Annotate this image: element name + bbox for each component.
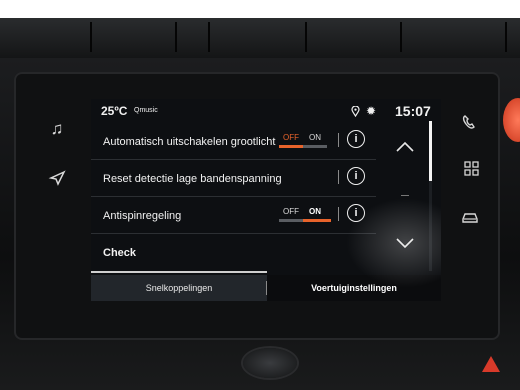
- info-icon[interactable]: i: [347, 204, 365, 222]
- toggle-indicator: [303, 219, 331, 222]
- tab-shortcuts[interactable]: Snelkoppelingen: [91, 275, 267, 301]
- vent-slat: [215, 22, 307, 52]
- toggle-track: [303, 145, 327, 148]
- toggle-indicator: [279, 145, 303, 148]
- row-label: Check: [103, 247, 137, 259]
- gear-icon[interactable]: ✹: [366, 104, 376, 118]
- navigation-arrow-icon: [48, 170, 66, 186]
- scroll-position-marker: [401, 195, 409, 196]
- chevron-up-icon: [396, 141, 414, 152]
- apps-grid-icon[interactable]: [461, 161, 483, 181]
- tab-vehicle-settings[interactable]: Voertuiginstellingen: [267, 275, 441, 301]
- location-pin-icon: [351, 105, 360, 118]
- high-beam-toggle[interactable]: OFF ON: [279, 133, 331, 148]
- dashboard-vents: [0, 18, 520, 58]
- settings-row-tire-pressure-reset[interactable]: Reset detectie lage bandenspanning i: [91, 160, 376, 197]
- tab-indicator-line: [91, 271, 267, 273]
- music-note-icon[interactable]: ♫: [46, 120, 68, 137]
- info-icon[interactable]: i: [347, 167, 365, 185]
- hazard-button-icon[interactable]: [482, 356, 500, 372]
- vent-slat: [180, 22, 210, 52]
- settings-row-high-beam: Automatisch uitschakelen grootlicht OFF …: [91, 123, 376, 160]
- audio-source[interactable]: Qmusic: [134, 107, 158, 114]
- chevron-down-icon[interactable]: [391, 233, 419, 254]
- volume-knob[interactable]: [243, 348, 297, 378]
- row-label: Reset detectie lage bandenspanning: [103, 173, 282, 185]
- row-separator: [338, 133, 339, 147]
- status-bar: 25ºC Qmusic ✹ 15:07: [91, 99, 441, 121]
- vent-slat: [95, 22, 177, 52]
- car-icon: [462, 213, 478, 223]
- vent-slat: [405, 22, 507, 52]
- row-separator: [338, 207, 339, 221]
- chevron-up-icon[interactable]: [391, 137, 419, 158]
- car-icon[interactable]: [459, 210, 481, 228]
- apps-grid-icon: [464, 161, 479, 176]
- vent-slat: [310, 22, 402, 52]
- settings-row-check[interactable]: Check: [91, 234, 376, 270]
- toggle-track: [279, 219, 303, 222]
- phone-icon[interactable]: [458, 114, 480, 134]
- traction-control-toggle[interactable]: OFF ON: [279, 207, 331, 222]
- vent-slat: [20, 22, 92, 52]
- clock: 15:07: [395, 103, 431, 119]
- row-label: Antispinregeling: [103, 210, 182, 222]
- infotainment-screen: 25ºC Qmusic ✹ 15:07 Automatisch uitschak…: [91, 99, 441, 301]
- toggle-off-label: OFF: [283, 207, 299, 216]
- toggle-on-label: ON: [309, 207, 321, 216]
- navigation-arrow-icon[interactable]: [46, 170, 68, 190]
- location-pin-icon: [351, 105, 360, 120]
- info-icon[interactable]: i: [347, 130, 365, 148]
- settings-row-traction-control: Antispinregeling OFF ON i: [91, 197, 376, 234]
- phone-icon: [462, 115, 475, 129]
- row-separator: [338, 170, 339, 184]
- bottom-tab-bar: Snelkoppelingen Voertuiginstellingen: [91, 275, 441, 301]
- toggle-on-label: ON: [309, 133, 321, 142]
- chevron-down-icon: [396, 238, 414, 249]
- outside-temperature: 25ºC: [101, 104, 128, 118]
- toggle-off-label: OFF: [283, 133, 299, 142]
- scrollbar-thumb[interactable]: [429, 121, 432, 181]
- row-label: Automatisch uitschakelen grootlicht: [103, 136, 276, 148]
